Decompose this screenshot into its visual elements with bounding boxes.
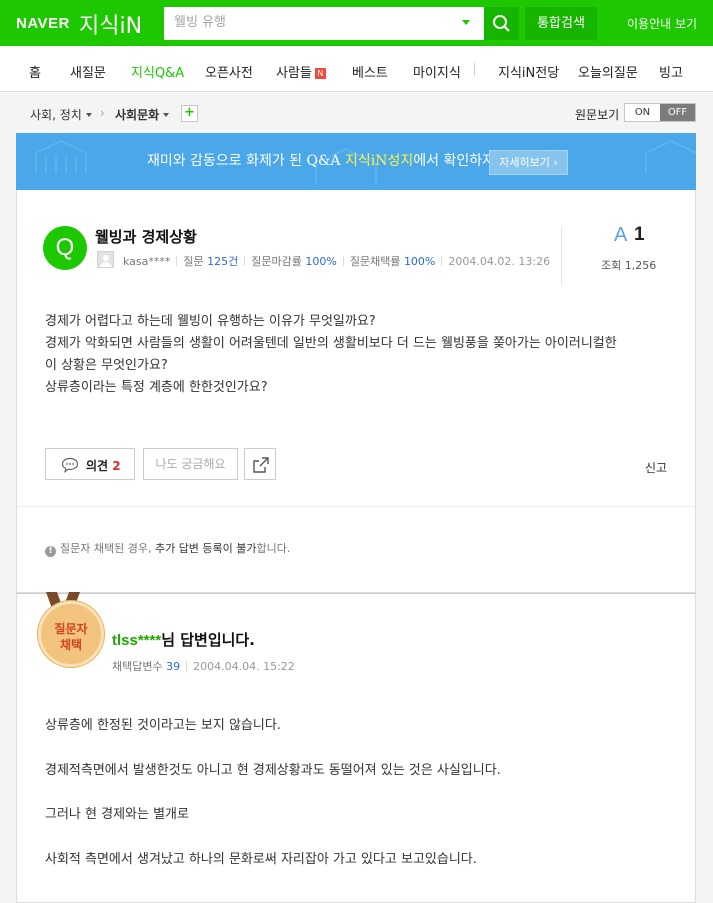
breadcrumb-subcategory-label: 사회문화	[115, 108, 160, 122]
top-header: NAVER 지식iN 통합검색 이용안내 보기	[0, 0, 713, 46]
opinion-text: 의견	[86, 459, 109, 473]
notice-suffix: 합니다.	[256, 542, 291, 555]
nav-item-people-label: 사람들	[276, 66, 312, 81]
new-badge: N	[314, 68, 326, 79]
question-count-label: 질문	[183, 255, 204, 268]
original-view-toggle: ON OFF	[624, 103, 696, 122]
info-icon: !	[45, 546, 56, 557]
caret-down-icon	[85, 113, 92, 117]
nav-item-best[interactable]: 베스트	[352, 62, 388, 81]
question-card: Q 웰빙과 경제상황 kasa**** 질문 125건 질문마감률 100% 질문채택…	[16, 190, 696, 593]
toggle-on[interactable]: ON	[625, 104, 660, 121]
answer-date: 2004.04.04. 15:22	[193, 660, 295, 673]
search-dropdown-icon[interactable]	[462, 20, 470, 25]
adopted-medal-icon: 질문자 채택	[38, 601, 104, 667]
question-body-line: 이 상황은 무엇인가요?	[45, 358, 168, 373]
answer-card: 질문자 채택 tlss****님 답변입니다. 채택답변수 39 2004.04.…	[16, 592, 696, 903]
opinion-count: 2	[112, 459, 121, 473]
chevron-right-icon: ›	[100, 106, 105, 120]
nav-divider	[474, 63, 475, 76]
divider	[561, 226, 562, 286]
question-title: 웰빙과 경제상황	[95, 228, 197, 246]
question-count: 125건	[207, 255, 239, 268]
notice-text: ! 질문자 채택된 경우, 추가 답변 등록이 불가합니다.	[45, 540, 290, 557]
question-body-line: 경제가 악화되면 사람들의 생활이 어려울텐데 일반의 생활비보다 더 드는 웰…	[45, 336, 617, 351]
view-count: 조회 1,256	[601, 257, 656, 273]
search-input[interactable]	[164, 7, 444, 38]
question-badge: Q	[43, 226, 87, 270]
report-link[interactable]: 신고	[645, 459, 667, 476]
toggle-off[interactable]: OFF	[660, 104, 695, 121]
answer-count: 1	[634, 224, 645, 245]
adopt-count: 39	[166, 660, 181, 673]
nav-item-hall-of-fame[interactable]: 지식iN전당	[498, 62, 559, 81]
nav-item-qna[interactable]: 지식Q&A	[131, 62, 184, 81]
answer-body-line: 그러나 현 경제와는 별개로	[45, 807, 189, 822]
banner-text-before: 재미와 감동으로 화제가 된 Q&A	[147, 153, 345, 169]
divider	[17, 506, 695, 507]
answer-body-line: 사회적 측면에서 생겨났고 하나의 문화로써 자리잡아 가고 있다고 보고있습니…	[45, 852, 477, 867]
question-date: 2004.04.02. 13:26	[448, 255, 551, 268]
nav-item-people[interactable]: 사람들 N	[276, 62, 326, 81]
nav-item-home[interactable]: 홈	[29, 62, 41, 81]
banner-more-button[interactable]: 자세히보기 ›	[489, 150, 568, 175]
search-button[interactable]	[484, 7, 519, 40]
share-icon	[253, 457, 269, 473]
nav-item-bingo[interactable]: 빙고	[659, 62, 683, 81]
answer-body-line: 경제적측면에서 발생한것도 아니고 현 경제상황과도 동떨어져 있는 것은 사실…	[45, 763, 501, 778]
breadcrumb-category-label: 사회, 정치	[30, 108, 82, 122]
views-label: 조회	[601, 259, 622, 272]
question-body-line: 경제가 어렵다고 하는데 웰빙이 유행하는 이유가 무엇일까요?	[45, 314, 376, 329]
nav-item-open-dictionary[interactable]: 오픈사전	[205, 62, 253, 81]
share-button[interactable]	[244, 448, 276, 480]
banner-highlight: 지식iN성지	[344, 153, 414, 169]
answer-body-line: 상류층에 한정된 것이라고는 보지 않습니다.	[45, 718, 281, 733]
notice-key: 추가 답변 등록이 불가	[154, 542, 257, 555]
author-name[interactable]: kasa****	[123, 255, 170, 268]
views-value: 1,256	[624, 259, 657, 272]
banner-text-after: 에서 확인하자!	[413, 153, 501, 169]
kin-logo[interactable]: 지식iN	[79, 8, 142, 40]
opinion-label: 의견 2	[86, 457, 121, 474]
original-view-label: 원문보기	[575, 108, 620, 122]
caret-down-icon	[163, 113, 170, 117]
opinion-button[interactable]: 의견 2	[45, 448, 135, 480]
nav-item-new-question[interactable]: 새질문	[70, 62, 106, 81]
adopt-count-label: 채택답변수	[112, 660, 163, 673]
total-search-button[interactable]: 통합검색	[525, 7, 597, 40]
close-rate-label: 질문마감률	[251, 255, 302, 268]
naver-logo[interactable]: NAVER	[16, 15, 70, 32]
avatar[interactable]	[97, 251, 114, 268]
medal-line1: 질문자	[54, 622, 88, 636]
breadcrumb-subcategory[interactable]: 사회문화	[115, 106, 170, 123]
question-body-line: 상류층이라는 특정 계층에 한한것인가요?	[45, 380, 268, 395]
search-icon	[493, 15, 510, 32]
nav-item-my-knowledge[interactable]: 마이지식	[413, 62, 461, 81]
adopt-rate-label: 질문채택률	[349, 255, 401, 268]
search-box	[164, 7, 484, 40]
speech-bubble-icon	[61, 457, 79, 473]
notice-prefix: 질문자 채택된 경우,	[60, 542, 155, 555]
answer-meta: 채택답변수 39 2004.04.04. 15:22	[112, 658, 295, 674]
close-rate: 100%	[305, 255, 337, 268]
answer-title: tlss****님 답변입니다.	[112, 629, 255, 650]
medal-line2: 채택	[59, 638, 83, 652]
banner-text: 재미와 감동으로 화제가 된 Q&A 지식iN성지에서 확인하자!	[147, 150, 501, 170]
question-meta: kasa**** 질문 125건 질문마감률 100% 질문채택률 100% 2004.…	[123, 253, 550, 269]
breadcrumb-category[interactable]: 사회, 정치	[30, 106, 92, 123]
promo-banner[interactable]: 재미와 감동으로 화제가 된 Q&A 지식iN성지에서 확인하자! 자세히보기 …	[16, 133, 696, 190]
main-nav: 홈 새질문 지식Q&A 오픈사전 사람들 N 베스트 마이지식 지식iN전당 오늘…	[0, 46, 713, 92]
answer-label: A	[614, 224, 628, 246]
curious-button[interactable]: 나도 궁금해요	[143, 448, 238, 480]
answerer-name[interactable]: tlss****	[112, 632, 161, 649]
answer-title-suffix: 님 답변입니다.	[161, 631, 255, 649]
add-interest-button[interactable]: +	[181, 105, 198, 122]
guide-link[interactable]: 이용안내 보기	[627, 15, 697, 32]
adopt-rate: 100%	[403, 255, 436, 268]
nav-item-today-question[interactable]: 오늘의질문	[578, 62, 638, 81]
